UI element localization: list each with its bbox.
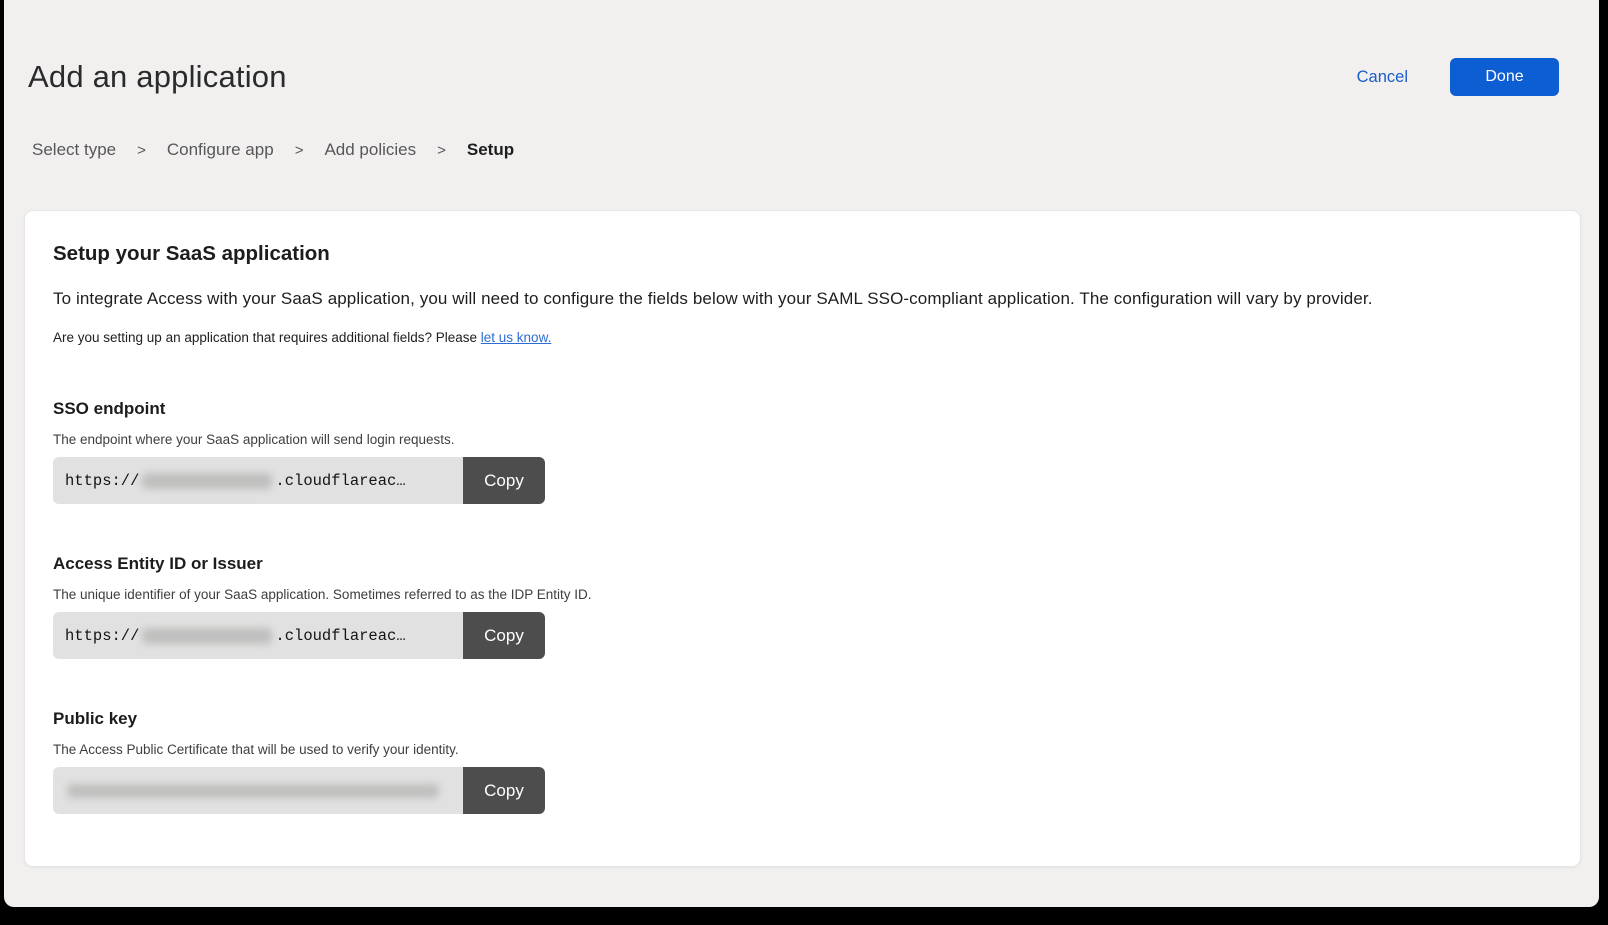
app-window: Add an application Cancel Done Select ty…: [4, 0, 1599, 907]
field-group-access-entity-id: Access Entity ID or Issuer The unique id…: [53, 554, 1552, 659]
public-key-label: Public key: [53, 709, 1552, 729]
header-actions: Cancel Done: [1357, 58, 1559, 96]
done-button[interactable]: Done: [1450, 58, 1559, 96]
copy-button-public-key[interactable]: Copy: [463, 767, 545, 814]
sso-endpoint-label: SSO endpoint: [53, 399, 1552, 419]
copy-button-sso-endpoint[interactable]: Copy: [463, 457, 545, 504]
public-key-description: The Access Public Certificate that will …: [53, 742, 1552, 757]
sso-endpoint-value: https:// .cloudflareac…: [53, 457, 463, 504]
access-entity-id-description: The unique identifier of your SaaS appli…: [53, 587, 1552, 602]
card-heading: Setup your SaaS application: [53, 242, 1552, 266]
breadcrumb-step-setup: Setup: [467, 140, 514, 160]
breadcrumb-separator: >: [437, 142, 446, 159]
value-prefix: https://: [65, 472, 139, 490]
field-group-public-key: Public key The Access Public Certificate…: [53, 709, 1552, 814]
card-intro: To integrate Access with your SaaS appli…: [53, 289, 1552, 309]
public-key-value: [53, 767, 463, 814]
breadcrumb-step-select-type[interactable]: Select type: [32, 140, 116, 160]
breadcrumb-separator: >: [137, 142, 146, 159]
access-entity-id-value-row: https:// .cloudflareac… Copy: [53, 612, 545, 659]
setup-card: Setup your SaaS application To integrate…: [24, 210, 1581, 867]
redacted-value: [67, 784, 439, 798]
let-us-know-link[interactable]: let us know.: [481, 330, 552, 345]
redacted-value: [142, 473, 272, 489]
page-title: Add an application: [28, 59, 287, 95]
public-key-value-row: Copy: [53, 767, 545, 814]
value-suffix: .cloudflareac…: [275, 627, 405, 645]
note-text: Are you setting up an application that r…: [53, 330, 481, 345]
breadcrumb-separator: >: [295, 142, 304, 159]
card-note: Are you setting up an application that r…: [53, 330, 1552, 345]
copy-button-access-entity-id[interactable]: Copy: [463, 612, 545, 659]
field-group-sso-endpoint: SSO endpoint The endpoint where your Saa…: [53, 399, 1552, 504]
sso-endpoint-description: The endpoint where your SaaS application…: [53, 432, 1552, 447]
breadcrumb-step-configure-app[interactable]: Configure app: [167, 140, 274, 160]
breadcrumb-step-add-policies[interactable]: Add policies: [324, 140, 416, 160]
breadcrumb: Select type > Configure app > Add polici…: [32, 140, 1599, 160]
value-prefix: https://: [65, 627, 139, 645]
value-suffix: .cloudflareac…: [275, 472, 405, 490]
redacted-value: [142, 628, 272, 644]
page-header: Add an application Cancel Done: [4, 0, 1599, 96]
sso-endpoint-value-row: https:// .cloudflareac… Copy: [53, 457, 545, 504]
access-entity-id-label: Access Entity ID or Issuer: [53, 554, 1552, 574]
cancel-button[interactable]: Cancel: [1357, 68, 1408, 87]
access-entity-id-value: https:// .cloudflareac…: [53, 612, 463, 659]
